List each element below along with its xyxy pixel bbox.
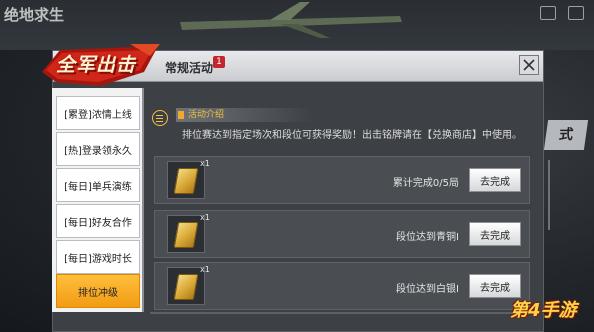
sidebar-item-play-time[interactable]: [每日]游戏时长 [56,240,140,274]
sidebar: [累登]浓情上线 [热]登录领永久 [每日]单兵演练 [每日]好友合作 [每日]… [52,88,144,312]
reward-row: x1 段位达到青铜I 去完成 [154,210,530,258]
intro-tab-label: 活动介绍 [188,110,225,120]
reward-quantity: x1 [200,159,210,168]
watermark: 第4手游 [510,300,577,321]
notification-badge: 1 [213,56,225,68]
sidebar-item-login-permanent[interactable]: [热]登录领永久 [56,132,140,166]
reward-quantity: x1 [200,213,210,222]
status-icons [540,6,584,20]
sidebar-item-solo-drill[interactable]: [每日]单兵演练 [56,168,140,202]
reward-quantity: x1 [200,265,210,274]
activity-intro: 活动介绍 排位赛达到指定场次和段位可获得奖励！出击铭牌请在【兑换商店】中使用。 [152,106,538,150]
panel-title: 常规活动 [165,61,214,75]
gold-nameplate-icon [173,274,199,300]
gold-nameplate-icon [173,222,199,248]
reward-row: x1 累计完成0/5局 去完成 [154,156,530,204]
background-divider [548,160,590,230]
reward-row: x1 段位达到白银I 去完成 [154,262,530,310]
intro-description: 排位赛达到指定场次和段位可获得奖励！出击铭牌请在【兑换商店】中使用。 [182,130,522,141]
plane-illustration [180,2,402,38]
scroll-track[interactable] [150,312,540,314]
gold-nameplate-icon [173,168,199,194]
background-game-title: 绝地求生 [4,6,65,24]
go-complete-button[interactable]: 去完成 [469,222,521,246]
sidebar-item-friend-coop[interactable]: [每日]好友合作 [56,204,140,238]
sidebar-item-ranked-climb[interactable]: 排位冲级 [56,274,140,308]
battery-icon [540,6,556,20]
sidebar-item-cumulative-login[interactable]: [累登]浓情上线 [56,96,140,130]
go-complete-button[interactable]: 去完成 [469,274,521,298]
settings-icon [568,6,584,20]
close-icon [523,59,535,71]
logo-text: 全军出击 [56,54,137,76]
reward-status: 累计完成0/5局 [392,178,459,189]
list-icon [152,110,168,126]
go-complete-button[interactable]: 去完成 [469,168,521,192]
intro-tab-marker [178,111,184,119]
reward-status: 段位达到青铜I [396,232,459,243]
reward-status: 段位达到白银I [396,284,459,295]
close-button[interactable] [519,55,539,75]
background-mode-tag: 式 [543,120,589,150]
